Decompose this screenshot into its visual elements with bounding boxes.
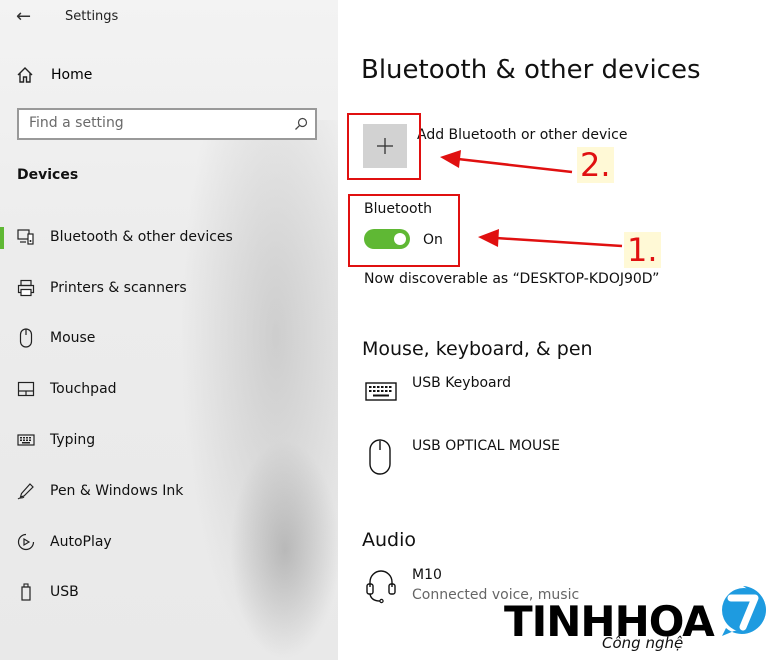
brand-logo-icon <box>722 586 766 636</box>
brand-tagline: Công nghệ <box>602 634 684 652</box>
annotation-arrows <box>440 150 623 248</box>
arrow-to-bluetooth-toggle <box>478 229 623 248</box>
callout-1: 1. <box>624 232 661 268</box>
callout-2: 2. <box>577 147 614 183</box>
brand-watermark: TINHHOA Công nghệ <box>504 583 768 660</box>
arrow-to-add-button <box>440 150 573 174</box>
